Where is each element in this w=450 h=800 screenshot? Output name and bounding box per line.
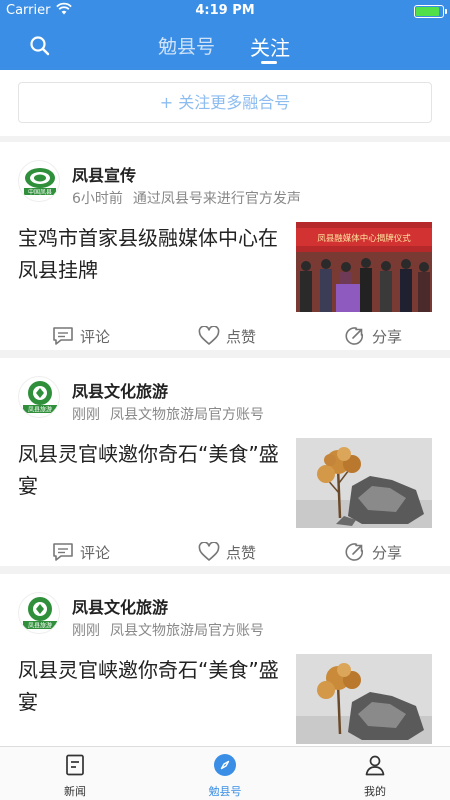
tab-mianxian-bottom[interactable]: 勉县号 <box>185 753 265 799</box>
feed-card[interactable]: 凤县旅游 凤县文化旅游 刚刚 凤县文物旅游局官方账号 凤县灵官峡邀你奇石“美食”盛… <box>0 358 450 566</box>
follow-more-section: + 关注更多融合号 <box>0 70 450 136</box>
account-name[interactable]: 凤县文化旅游 <box>72 378 168 402</box>
card-actions: 评论 点赞 分享 <box>0 324 450 348</box>
feed-card[interactable]: 中国凤县 凤县宣传 6小时前 通过凤县号来进行官方发声 宝鸡市首家县级融媒体中心在… <box>0 142 450 350</box>
comment-icon <box>53 543 73 561</box>
article-thumbnail[interactable] <box>296 438 432 528</box>
share-icon <box>345 327 364 345</box>
post-time: 刚刚 <box>72 623 100 639</box>
account-name[interactable]: 凤县宣传 <box>72 162 136 186</box>
comment-button[interactable]: 评论 <box>52 324 110 348</box>
tab-mine-label: 我的 <box>364 785 386 798</box>
post-time: 6小时前 <box>72 191 123 207</box>
compass-icon <box>214 754 236 776</box>
news-icon <box>66 754 84 776</box>
comment-button[interactable]: 评论 <box>52 540 110 564</box>
comment-icon <box>53 327 73 345</box>
tab-mine[interactable]: 我的 <box>335 753 415 799</box>
tab-news-label: 新闻 <box>64 785 86 798</box>
battery-icon <box>414 5 447 18</box>
post-meta: 6小时前 通过凤县号来进行官方发声 <box>72 188 301 208</box>
like-button[interactable]: 点赞 <box>198 324 256 348</box>
post-meta: 刚刚 凤县文物旅游局官方账号 <box>72 620 264 640</box>
article-title[interactable]: 凤县灵官峡邀你奇石“美食”盛宴 <box>18 438 280 502</box>
share-button[interactable]: 分享 <box>344 324 402 348</box>
tab-news[interactable]: 新闻 <box>35 753 115 799</box>
follow-more-button[interactable]: + 关注更多融合号 <box>18 82 432 123</box>
article-title[interactable]: 凤县灵官峡邀你奇石“美食”盛宴 <box>18 654 280 718</box>
account-desc: 通过凤县号来进行官方发声 <box>132 191 301 207</box>
account-name[interactable]: 凤县文化旅游 <box>72 594 168 618</box>
share-icon <box>345 543 364 561</box>
banner-text: 凤县融媒体中心揭牌仪式 <box>317 233 411 244</box>
user-icon <box>365 755 385 776</box>
search-icon[interactable] <box>28 34 52 58</box>
top-nav: 勉县号 关注 <box>0 22 450 70</box>
tab-follow[interactable]: 关注 <box>250 32 290 61</box>
account-desc: 凤县文物旅游局官方账号 <box>110 407 264 423</box>
logo-text: 凤县旅游 <box>28 622 52 630</box>
status-bar: Carrier 4:19 PM <box>0 0 450 22</box>
bottom-tab-bar: 新闻 勉县号 我的 <box>0 746 450 800</box>
card-actions: 评论 点赞 分享 <box>0 540 450 564</box>
like-label: 点赞 <box>226 327 257 346</box>
like-button[interactable]: 点赞 <box>198 540 256 564</box>
account-avatar[interactable]: 中国凤县 <box>18 160 60 202</box>
clock: 4:19 PM <box>195 3 255 18</box>
post-meta: 刚刚 凤县文物旅游局官方账号 <box>72 404 264 424</box>
share-button[interactable]: 分享 <box>344 540 402 564</box>
comment-label: 评论 <box>80 543 111 562</box>
account-avatar[interactable]: 凤县旅游 <box>18 592 60 634</box>
heart-icon <box>198 542 220 561</box>
article-thumbnail[interactable] <box>296 654 432 744</box>
logo-text: 凤县旅游 <box>28 406 52 414</box>
article-title[interactable]: 宝鸡市首家县级融媒体中心在凤县挂牌 <box>18 222 280 286</box>
logo-text: 中国凤县 <box>28 188 52 196</box>
account-desc: 凤县文物旅游局官方账号 <box>110 623 264 639</box>
share-label: 分享 <box>372 543 403 562</box>
tab-mianxian-label: 勉县号 <box>208 785 242 798</box>
like-label: 点赞 <box>226 543 257 562</box>
active-tab-indicator <box>261 61 277 64</box>
share-label: 分享 <box>372 327 403 346</box>
heart-icon <box>198 326 220 345</box>
tab-mianxian[interactable]: 勉县号 <box>158 32 215 59</box>
post-time: 刚刚 <box>72 407 100 423</box>
comment-label: 评论 <box>80 327 111 346</box>
account-avatar[interactable]: 凤县旅游 <box>18 376 60 418</box>
feed-card[interactable]: 凤县旅游 凤县文化旅游 刚刚 凤县文物旅游局官方账号 凤县灵官峡邀你奇石“美食”盛… <box>0 574 450 746</box>
article-thumbnail[interactable]: 凤县融媒体中心揭牌仪式 <box>296 222 432 312</box>
